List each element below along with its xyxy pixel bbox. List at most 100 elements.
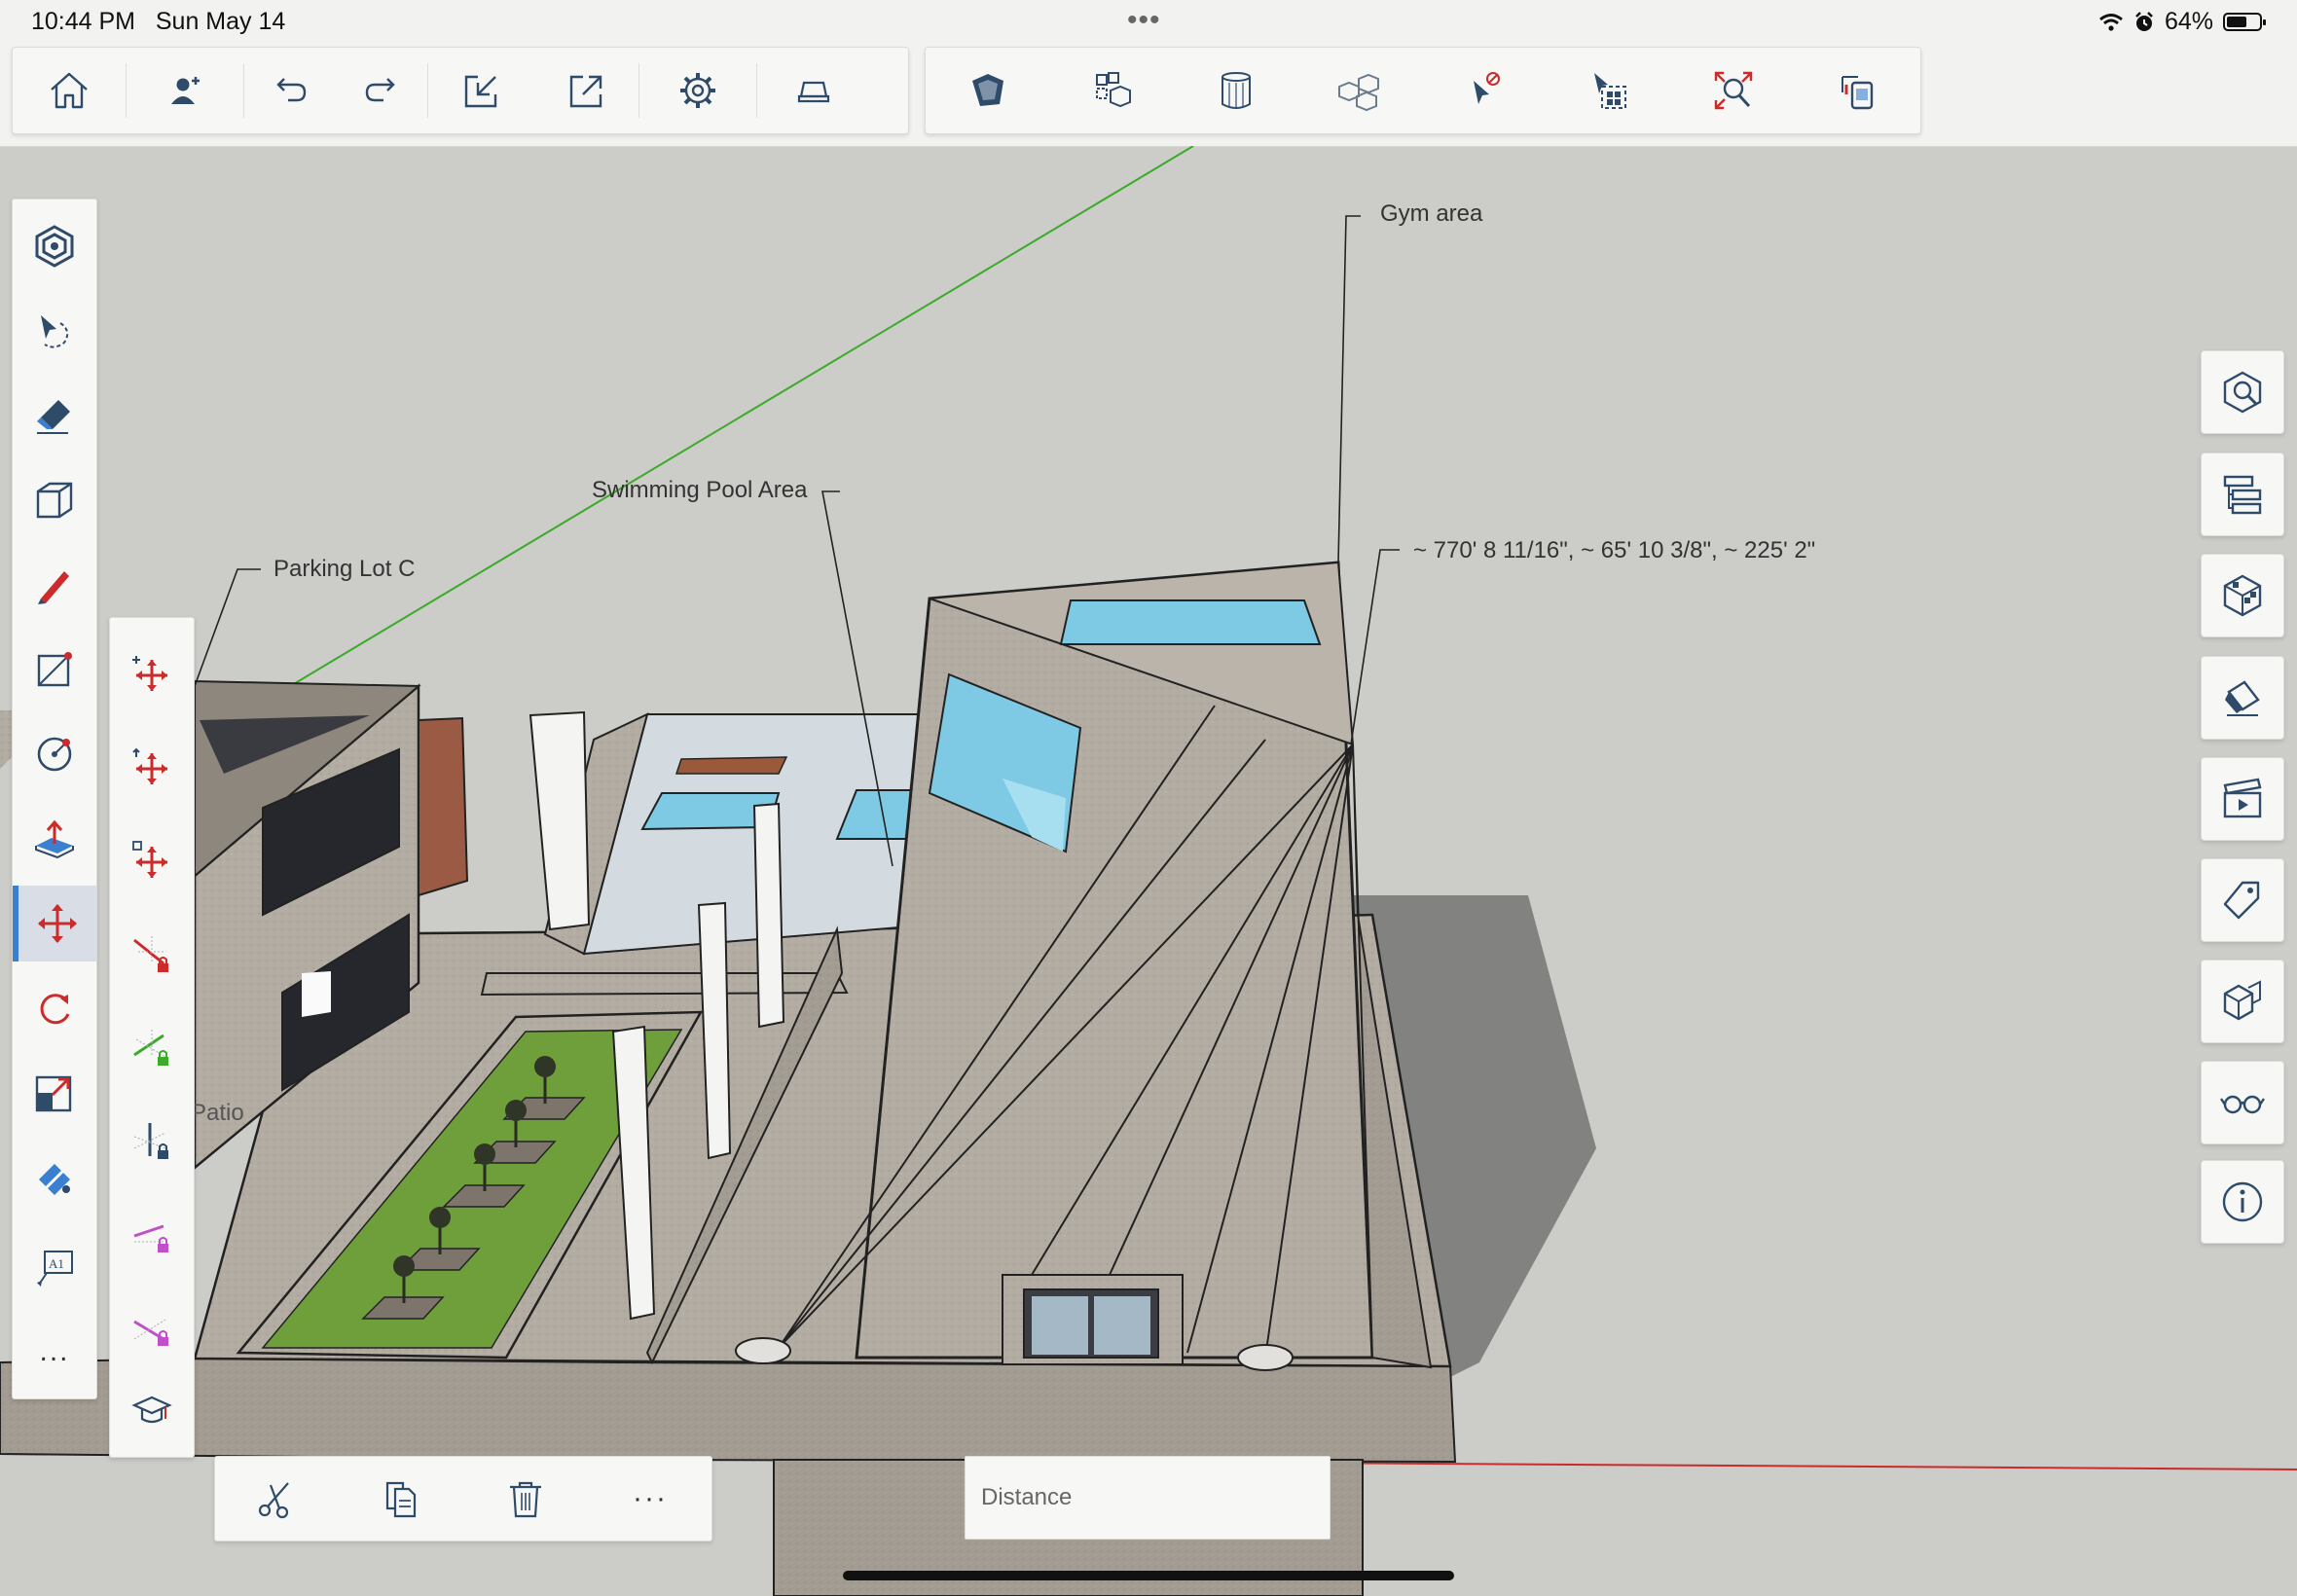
status-time: 10:44 PM Sun May 14 [31,8,286,35]
left-tool-panel: A1 ... [12,199,97,1399]
import-button[interactable] [428,48,535,133]
styles-panel-button[interactable] [2201,656,2284,740]
multitasking-dots[interactable]: ••• [1127,4,1161,37]
lock-inference-option[interactable] [110,1289,194,1365]
copy-icon [385,1481,417,1518]
scale-tool[interactable] [13,1055,96,1131]
tags-panel-button[interactable] [2201,858,2284,942]
move-copy-icon [132,841,167,878]
redo-button[interactable] [336,48,427,133]
eraser-tool[interactable] [13,378,96,453]
status-indicators: 64% [2098,8,2266,36]
more-edit-button[interactable]: ··· [608,1457,692,1541]
view-panel-button[interactable] [2201,1061,2284,1144]
components-panel-button[interactable] [2201,960,2284,1043]
pencil-tool[interactable] [13,547,96,623]
move-tool[interactable] [13,886,96,961]
orbit-icon [35,225,74,268]
xray-icon [1841,76,1874,110]
delete-button[interactable] [484,1457,567,1541]
cut-button[interactable] [235,1457,318,1541]
info-panel-button[interactable] [2201,1160,2284,1244]
magenta-axis-lock-icon [133,1224,168,1252]
lock-magenta-axis-option[interactable] [110,1196,194,1272]
circle-icon [37,737,72,772]
wifi-icon [2099,13,2123,31]
info-icon [2222,1181,2263,1222]
copy-button[interactable] [359,1457,443,1541]
select-none-button[interactable] [1423,48,1548,133]
trash-icon [510,1481,541,1518]
instructor-button[interactable] [110,1373,194,1449]
rectangle-icon [37,652,72,687]
glasses-icon [2220,1095,2265,1114]
rectangle-tool[interactable] [13,632,96,707]
paint-tool[interactable] [13,1140,96,1215]
outliner-panel-button[interactable] [2201,453,2284,536]
xray-button[interactable] [1796,48,1920,133]
add-person-icon [171,77,200,104]
lock-red-axis-option[interactable] [110,916,194,992]
lock-green-axis-option[interactable] [110,1009,194,1085]
more-tools-button[interactable]: ... [13,1314,96,1390]
move-up-option[interactable] [110,729,194,805]
model-viewport[interactable] [0,146,2297,1596]
undo-icon [276,78,307,102]
parking-lot-label[interactable]: Parking Lot C [273,556,415,583]
home-icon [51,72,88,109]
graduation-cap-icon [131,1396,172,1424]
building-model [0,561,1596,1596]
select-tool[interactable] [13,293,96,369]
settings-button[interactable] [639,48,756,133]
clapperboard-icon [2223,778,2262,818]
move-free-option[interactable] [110,635,194,711]
blue-axis-lock-icon [133,1123,168,1159]
inference-lock-icon [133,1319,168,1346]
lock-blue-axis-option[interactable] [110,1103,194,1179]
box-icon [36,482,73,519]
entity-info-panel-button[interactable] [2201,350,2284,434]
materials-panel-button[interactable] [2201,554,2284,637]
scenes-panel-button[interactable] [2201,757,2284,841]
battery-level [2227,17,2246,27]
no-select-cursor-icon [1473,72,1500,104]
red-axis-lock-icon [133,936,168,972]
text-tag-icon: A1 [37,1251,73,1287]
home-button[interactable] [13,48,126,133]
zoom-extents-icon [1715,71,1753,110]
pencil-icon [38,571,69,604]
redo-icon [365,78,395,102]
components-button[interactable] [1050,48,1175,133]
export-button[interactable] [535,48,638,133]
import-icon [464,75,497,108]
solid-button[interactable] [1175,48,1299,133]
tag-icon [2223,881,2260,920]
section-plane-button[interactable] [926,48,1050,133]
rotate-tool[interactable] [13,970,96,1046]
swimming-pool-label[interactable]: Swimming Pool Area [592,477,807,504]
scale-icon [35,1075,72,1112]
zoom-extents-button[interactable] [1672,48,1797,133]
orbit-tool[interactable] [13,208,96,284]
cylinder-icon [1221,72,1252,109]
profile-button[interactable] [127,48,243,133]
grouping-button[interactable] [1298,48,1423,133]
measurements-box[interactable]: Distance [965,1456,1331,1540]
circle-tool[interactable] [13,716,96,792]
push-pull-tool[interactable] [13,801,96,877]
select-all-button[interactable] [1548,48,1672,133]
gym-area-label[interactable]: Gym area [1380,200,1482,228]
more-icon: ... [39,1335,70,1367]
hardware-button[interactable] [757,48,870,133]
push-pull-icon [35,819,74,859]
move-copy-option[interactable] [110,822,194,898]
text-tool[interactable]: A1 [13,1229,96,1305]
home-indicator[interactable] [843,1571,1454,1580]
patio-label[interactable]: Patio [191,1100,244,1127]
material-cube-icon [2223,574,2262,617]
laptop-icon [797,81,830,103]
undo-button[interactable] [244,48,336,133]
box-tool[interactable] [13,462,96,538]
move-icon [38,904,77,943]
search-box-icon [2223,371,2262,414]
